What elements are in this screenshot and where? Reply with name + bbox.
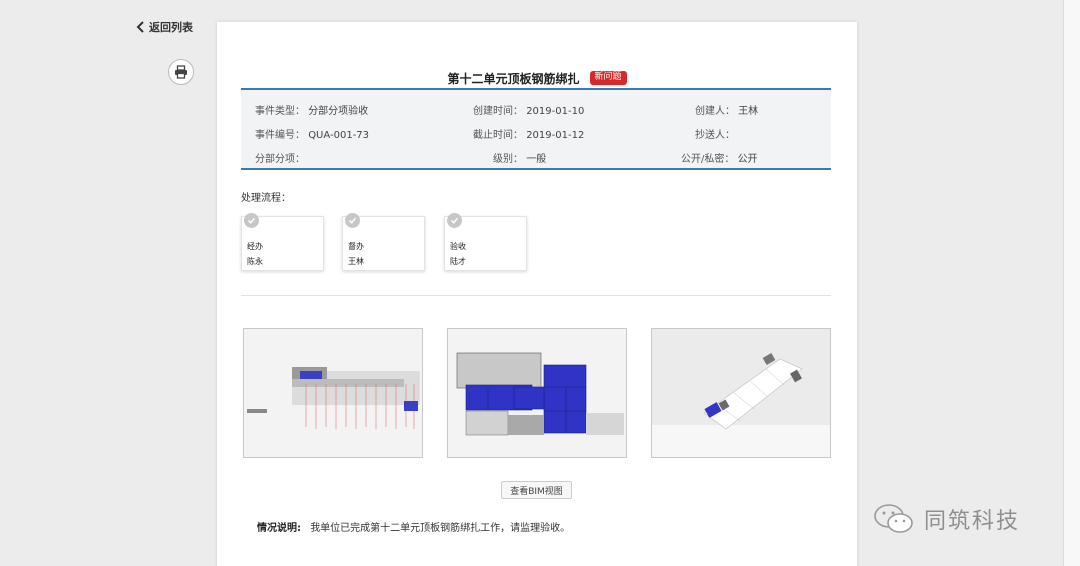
visibility-label: 公开/私密： xyxy=(681,154,735,165)
bim-thumbnail-plan-view[interactable] xyxy=(243,328,423,458)
visibility-field: 公开/私密： 公开 xyxy=(681,150,758,165)
watermark-text: 同筑科技 xyxy=(924,509,1021,534)
status-badge: 新问题 xyxy=(589,71,627,85)
event-info-panel: 事件类型： 分部分项验收 创建时间： 2019-01-10 创建人： 王林 事件… xyxy=(241,88,831,170)
flow-step-supervisor: 督办 王林 xyxy=(342,213,425,271)
bim-thumbnail-section-view[interactable] xyxy=(447,328,627,458)
section-divider xyxy=(241,295,831,296)
check-icon xyxy=(447,213,462,228)
created-time-label: 创建时间： xyxy=(473,106,523,117)
back-to-list-link[interactable]: 返回列表 xyxy=(134,18,193,36)
flow-step-role: 验收 xyxy=(450,242,466,251)
flow-step-acceptance: 验收 陆才 xyxy=(444,213,527,271)
flow-step-person: 王林 xyxy=(348,257,364,266)
wechat-watermark: 同筑科技 xyxy=(872,497,1020,541)
printer-icon xyxy=(175,65,187,79)
scrollbar-track[interactable] xyxy=(1063,0,1080,566)
flow-step-role: 督办 xyxy=(348,242,364,251)
created-time-field: 创建时间： 2019-01-10 xyxy=(473,102,584,117)
level-value: 一般 xyxy=(526,154,547,165)
flow-step-person: 陈永 xyxy=(247,257,263,266)
flow-step-handler: 经办 陈永 xyxy=(241,213,324,271)
chevron-left-icon xyxy=(136,21,144,33)
check-icon xyxy=(345,213,360,228)
view-bim-button[interactable]: 查看BIM视图 xyxy=(501,481,572,499)
level-field: 级别： 一般 xyxy=(493,150,546,165)
back-link-label: 返回列表 xyxy=(149,21,193,34)
situation-description: 情况说明: 我单位已完成第十二单元顶板钢筋绑扎工作，请监理验收。 xyxy=(257,519,570,534)
creator-label: 创建人： xyxy=(695,106,735,117)
deadline-label: 截止时间： xyxy=(473,130,523,141)
event-title: 第十二单元顶板钢筋绑扎 xyxy=(447,71,580,86)
created-time-value: 2019-01-10 xyxy=(526,106,585,117)
cc-label: 抄送人： xyxy=(695,130,735,141)
description-label: 情况说明: xyxy=(257,523,301,534)
event-number-label: 事件编号： xyxy=(255,130,305,141)
subsection-label: 分部分项： xyxy=(255,154,305,165)
event-number-field: 事件编号： QUA-001-73 xyxy=(255,126,369,141)
description-text: 我单位已完成第十二单元顶板钢筋绑扎工作，请监理验收。 xyxy=(310,523,571,534)
creator-field: 创建人： 王林 xyxy=(695,102,758,117)
level-label: 级别： xyxy=(493,154,523,165)
check-icon xyxy=(244,213,259,228)
flow-step-person: 陆才 xyxy=(450,257,466,266)
subsection-field: 分部分项： xyxy=(255,150,305,165)
print-button[interactable] xyxy=(168,59,194,85)
event-type-value: 分部分项验收 xyxy=(308,106,369,117)
flow-step-role: 经办 xyxy=(247,242,263,251)
event-type-field: 事件类型： 分部分项验收 xyxy=(255,102,368,117)
process-flow-label: 处理流程： xyxy=(241,193,291,204)
wechat-icon xyxy=(874,504,913,533)
cc-field: 抄送人： xyxy=(695,126,735,141)
title-row: 第十二单元顶板钢筋绑扎 新问题 xyxy=(217,68,857,88)
creator-value: 王林 xyxy=(738,106,759,117)
visibility-value: 公开 xyxy=(737,154,758,165)
event-type-label: 事件类型： xyxy=(255,106,305,117)
bim-thumbnail-3d-view[interactable] xyxy=(651,328,831,458)
event-number-value: QUA-001-73 xyxy=(308,130,370,141)
deadline-value: 2019-01-12 xyxy=(526,130,585,141)
event-detail-card: 第十二单元顶板钢筋绑扎 新问题 事件类型： 分部分项验收 创建时间： 2019-… xyxy=(217,22,857,566)
deadline-field: 截止时间： 2019-01-12 xyxy=(473,126,584,141)
